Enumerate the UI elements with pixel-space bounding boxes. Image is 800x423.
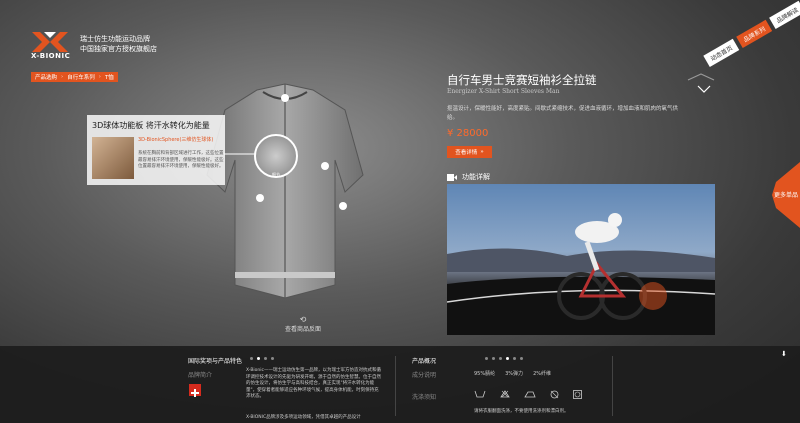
wash-tub-icon bbox=[474, 390, 486, 398]
pager-dot[interactable] bbox=[257, 357, 260, 360]
no-bleach-icon bbox=[500, 390, 510, 398]
brand-tagline: 瑞士仿生功能运动品牌 中国独家官方授权旗舰店 bbox=[80, 34, 157, 54]
washing-label: 洗涤须知 bbox=[412, 394, 437, 401]
view-details-button[interactable]: 查看详情 » bbox=[447, 146, 492, 158]
rotate-icon: ⟲ bbox=[299, 315, 307, 324]
pager-dot[interactable] bbox=[499, 357, 502, 360]
hotspot-icon[interactable] bbox=[339, 202, 347, 210]
breadcrumb-item-tshirt[interactable]: T恤 bbox=[105, 73, 114, 81]
breadcrumb-item-shop[interactable]: 产品选购 bbox=[35, 73, 57, 81]
pager-dot[interactable] bbox=[485, 357, 488, 360]
video-camera-icon bbox=[447, 173, 457, 181]
washing-text: 请将衣服翻面洗涤，不要使用洗涤剂和漂白剂。 bbox=[474, 409, 569, 414]
tab-brand-series[interactable]: 品牌系列 bbox=[736, 19, 773, 49]
product-nav bbox=[687, 73, 715, 93]
feature-heading: 功能详解 bbox=[447, 172, 490, 182]
hotspot-icon[interactable] bbox=[256, 194, 264, 202]
brand-intro-text: X-Bionic——瑞士运动仿生第一品牌，以为瑞士军方仿造对抗式和循环调控技术设… bbox=[246, 368, 381, 399]
breadcrumb: 产品选购 › 自行车系列 › T恤 bbox=[31, 72, 118, 82]
overview-pager bbox=[485, 357, 523, 360]
double-chevron-right-icon: » bbox=[480, 149, 484, 155]
product-price: ¥ 28000 bbox=[447, 128, 489, 139]
tagline-line-2: 中国独家官方授权旗舰店 bbox=[80, 45, 157, 53]
more-products-tab[interactable]: 更多单品 bbox=[772, 162, 800, 228]
brand-intro-label: 品牌简介 bbox=[188, 372, 213, 379]
washing-icons bbox=[474, 390, 582, 399]
cyclist-image bbox=[447, 213, 715, 335]
logo-wordmark: X-BIONIC bbox=[31, 52, 71, 60]
breadcrumb-item-cycling[interactable]: 自行车系列 bbox=[67, 73, 95, 81]
bottom-divider bbox=[395, 356, 396, 416]
no-dry-clean-icon bbox=[550, 390, 559, 399]
bottom-divider bbox=[612, 356, 613, 416]
tumble-dry-icon bbox=[573, 390, 582, 399]
feature-heading-label: 功能详解 bbox=[462, 173, 490, 181]
corner-nav: 动态首页 品牌系列 品牌解读 bbox=[650, 0, 800, 70]
view-back-label: 查看商品反面 bbox=[285, 326, 322, 333]
brand-intro-text-2: X-BIONIC品牌涉及多项运动领域，凭借其卓越的产品设计 bbox=[246, 415, 361, 420]
callout-subtitle: 3D-BionicSphere(三维仿生球体) bbox=[138, 137, 214, 143]
callout-connector bbox=[224, 153, 256, 155]
view-back-button[interactable]: ⟲ 查看商品反面 bbox=[285, 315, 321, 333]
breadcrumb-separator: › bbox=[98, 74, 101, 80]
composition-values: 95%腈纶 3%弹力 2%纤维 bbox=[474, 370, 551, 377]
callout-thumbnail bbox=[92, 137, 134, 179]
awards-heading: 国际奖项与产品特色 bbox=[188, 358, 243, 365]
iron-icon bbox=[524, 391, 536, 398]
callout-title: 3D球体功能板 将汗水转化为能量 bbox=[92, 121, 210, 130]
pager-dot[interactable] bbox=[506, 357, 509, 360]
product-overview-heading: 产品概况 bbox=[412, 358, 437, 365]
arrow-down-icon[interactable]: ⬇ bbox=[781, 350, 787, 358]
tab-dynamic-home[interactable]: 动态首页 bbox=[703, 38, 740, 68]
hotspot-icon[interactable] bbox=[281, 94, 289, 102]
tagline-line-1: 瑞士仿生功能运动品牌 bbox=[80, 35, 150, 43]
product-subtitle: Energizer X-Shirt Short Sleeves Man bbox=[447, 88, 560, 95]
feature-video[interactable] bbox=[447, 184, 715, 335]
chevron-up-icon[interactable] bbox=[687, 73, 715, 81]
view-details-label: 查看详情 bbox=[455, 150, 478, 156]
composition-value: 95%腈纶 bbox=[474, 371, 496, 377]
x-logo-icon bbox=[32, 32, 68, 52]
tab-brand-story[interactable]: 品牌解读 bbox=[769, 0, 800, 30]
magnifier-label: 细节 bbox=[272, 172, 280, 177]
swiss-flag-icon bbox=[189, 384, 201, 397]
product-description: 抠温设计，保暖性能好，高度紧贴。间歇式紧缩技术，促进血液循环，增加血液和肌肉的氧… bbox=[447, 106, 679, 121]
bottom-panel: 国际奖项与产品特色 品牌简介 X-Bionic——瑞士运动仿生第一品牌，以为瑞士… bbox=[0, 346, 800, 423]
hotspot-icon[interactable] bbox=[321, 162, 329, 170]
breadcrumb-separator: › bbox=[61, 74, 64, 80]
callout-body: 系统在胸前和背部区域进行工作，这些位置最容易排汗环境使用，保暖性能极好。这些位置… bbox=[138, 151, 224, 169]
brand-logo[interactable] bbox=[30, 30, 70, 54]
product-title: 自行车男士竞赛短袖衫全拉链 bbox=[447, 73, 597, 87]
awards-pager bbox=[250, 357, 274, 360]
composition-value: 2%纤维 bbox=[533, 371, 551, 377]
pager-dot[interactable] bbox=[264, 357, 267, 360]
composition-value: 3%弹力 bbox=[505, 371, 524, 377]
pager-dot[interactable] bbox=[250, 357, 253, 360]
pager-dot[interactable] bbox=[492, 357, 495, 360]
pager-dot[interactable] bbox=[271, 357, 274, 360]
chevron-down-icon[interactable] bbox=[697, 85, 711, 93]
more-products-label: 更多单品 bbox=[774, 192, 799, 199]
pager-dot[interactable] bbox=[513, 357, 516, 360]
composition-label: 成分说明 bbox=[412, 372, 437, 379]
pager-dot[interactable] bbox=[520, 357, 523, 360]
